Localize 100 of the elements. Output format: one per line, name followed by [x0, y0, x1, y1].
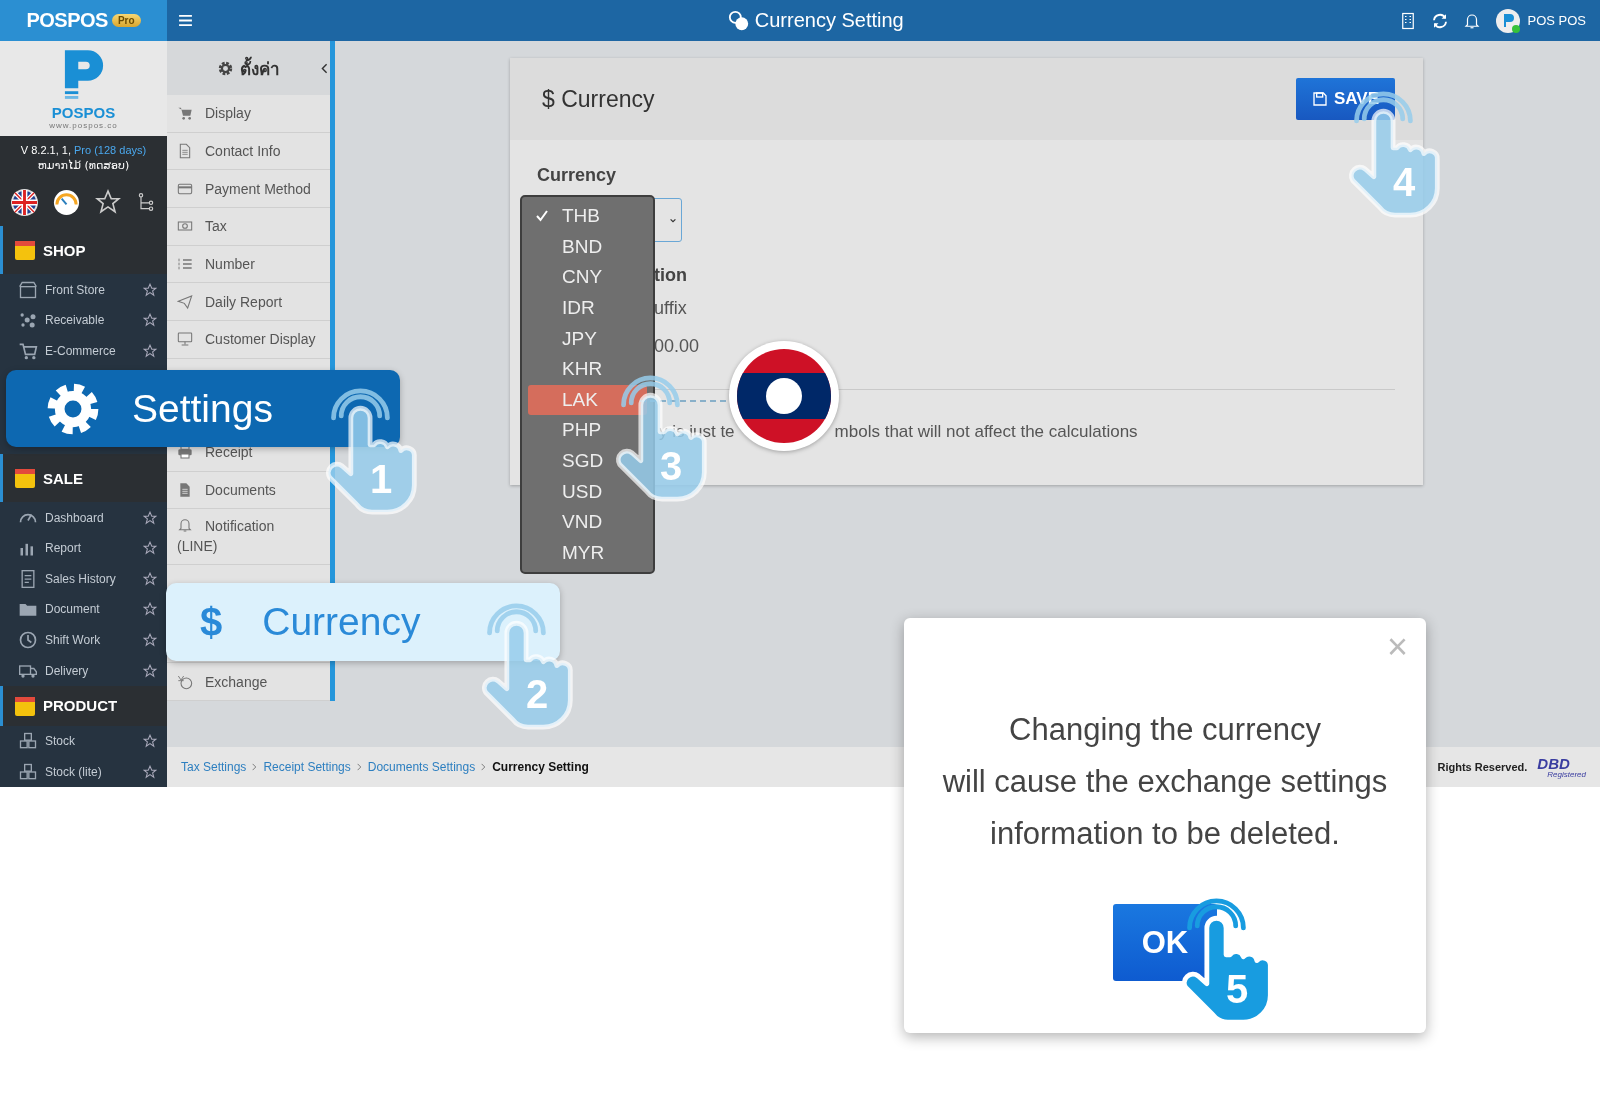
- field-label: Currency: [537, 165, 617, 186]
- field-label: tion: [654, 265, 687, 286]
- paper-plane-icon: [177, 293, 193, 310]
- dropdown-option[interactable]: JPY: [528, 323, 647, 354]
- star-icon[interactable]: [143, 571, 157, 586]
- brand-name: POSPOS: [51, 103, 116, 121]
- dropdown-option[interactable]: THB: [528, 201, 647, 232]
- star-icon[interactable]: [143, 663, 157, 678]
- callout-label: Settings: [132, 386, 273, 431]
- star-icon[interactable]: [143, 602, 157, 617]
- box-icon: [13, 466, 37, 491]
- settings-menu-item[interactable]: Exchange: [167, 663, 330, 701]
- star-icon[interactable]: [143, 282, 157, 297]
- breadcrumb-current: Currency Setting: [492, 760, 589, 774]
- flag-icon[interactable]: [11, 188, 39, 216]
- sidebar-item[interactable]: Front Store: [45, 282, 136, 297]
- star-icon[interactable]: [94, 189, 121, 216]
- settings-menu-item[interactable]: Notification (LINE): [167, 509, 330, 566]
- dropdown-option[interactable]: BND: [528, 231, 647, 263]
- store-icon: [18, 279, 38, 300]
- pro-badge: Pro: [111, 14, 141, 27]
- breadcrumb-link[interactable]: Tax Settings: [181, 760, 247, 774]
- settings-menu-item[interactable]: Customer Display: [167, 321, 330, 359]
- breadcrumb-link[interactable]: Documents Settings: [367, 760, 476, 774]
- star-icon[interactable]: [143, 734, 157, 749]
- menu-icon[interactable]: [179, 15, 192, 26]
- chevron-right-icon: [252, 763, 258, 771]
- chevron-right-icon: [481, 763, 487, 771]
- chevron-left-icon[interactable]: [321, 62, 328, 74]
- sidebar-item[interactable]: Stock: [45, 734, 136, 749]
- step-number: 4: [1393, 160, 1416, 205]
- dialog-message: will cause the exchange settings: [942, 763, 1388, 801]
- refresh-icon[interactable]: [1431, 11, 1450, 30]
- settings-menu-item[interactable]: Display: [167, 95, 330, 133]
- box-icon: [13, 238, 37, 263]
- sidebar-item[interactable]: Stock (lite): [45, 764, 136, 779]
- menu-title: ตั้งค่า: [240, 55, 280, 81]
- printer-icon: [177, 444, 193, 461]
- document-icon: [177, 143, 193, 160]
- step-number: 1: [370, 457, 393, 502]
- chevron-right-icon: [356, 763, 362, 771]
- step-number: 5: [1226, 967, 1249, 1012]
- sidebar-item[interactable]: Shift Work: [45, 632, 136, 647]
- settings-menu-item[interactable]: Number: [167, 245, 330, 284]
- dropdown-option[interactable]: IDR: [528, 292, 647, 324]
- sidebar-item[interactable]: Report: [45, 541, 136, 556]
- star-icon[interactable]: [143, 764, 157, 779]
- radio-label: uffix: [654, 298, 687, 319]
- settings-menu-item[interactable]: Contact Info: [167, 132, 330, 171]
- bell-icon[interactable]: [1463, 11, 1482, 30]
- dollar-sign: $: [200, 599, 223, 645]
- cart-icon: [177, 105, 193, 122]
- page-title: Currency Setting: [754, 9, 904, 32]
- settings-menu-item[interactable]: Daily Report: [167, 283, 330, 322]
- dropdown-option[interactable]: CNY: [528, 262, 647, 293]
- dropdown-option[interactable]: VND: [528, 506, 647, 538]
- monitor-icon: [177, 331, 193, 348]
- dbd-logo: DBD Registered: [1537, 755, 1586, 779]
- bell-icon: [177, 517, 193, 534]
- step-number: 3: [660, 444, 683, 489]
- chevron-down-icon: [669, 217, 677, 223]
- sidebar-item[interactable]: Receivable: [45, 313, 136, 328]
- section-header[interactable]: SALE: [0, 454, 167, 503]
- star-icon[interactable]: [143, 632, 157, 647]
- dropdown-option[interactable]: MYR: [528, 537, 647, 569]
- dialog-message: Changing the currency: [1009, 711, 1321, 749]
- settings-icon: [217, 59, 234, 77]
- document-icon: [177, 481, 193, 498]
- boxes-icon: [18, 761, 38, 782]
- section-header[interactable]: SHOP: [0, 226, 167, 275]
- exchange-icon: [177, 673, 193, 690]
- app-logo: POSPOS: [26, 9, 108, 32]
- dialog-message: information to be deleted.: [990, 815, 1340, 853]
- settings-menu-item[interactable]: Payment Method: [167, 170, 330, 209]
- version-text: V 8.2.1, 1, Pro (128 days): [20, 144, 147, 157]
- clock-icon: [18, 629, 38, 650]
- sidebar-item[interactable]: E-Commerce: [45, 343, 136, 358]
- coins-icon: [727, 9, 750, 32]
- sidebar-item[interactable]: Sales History: [45, 571, 136, 586]
- star-icon[interactable]: [143, 343, 157, 358]
- brand-logo-icon: [62, 47, 105, 102]
- step-number: 2: [526, 672, 549, 717]
- sidebar-item[interactable]: Dashboard: [45, 510, 136, 525]
- sidebar-item[interactable]: Document: [45, 602, 136, 617]
- gauge-icon[interactable]: [53, 188, 81, 216]
- shop-name: ຫມາກໄມ້ (ທດສອບ): [37, 159, 130, 173]
- copyright-text: Rights Reserved.: [1437, 761, 1528, 773]
- breadcrumb-link[interactable]: Receipt Settings: [263, 760, 351, 774]
- section-header[interactable]: PRODUCT: [0, 685, 167, 726]
- callout-label: Currency: [262, 600, 421, 644]
- user-name[interactable]: POS POS: [1527, 13, 1586, 28]
- star-icon[interactable]: [143, 510, 157, 525]
- star-icon[interactable]: [143, 541, 157, 556]
- dropdown-option[interactable]: KHR: [528, 353, 647, 385]
- avatar-icon[interactable]: [1495, 7, 1522, 34]
- star-icon[interactable]: [143, 313, 157, 328]
- example-value: 00.00: [654, 336, 700, 357]
- settings-menu-item[interactable]: Tax: [167, 208, 330, 246]
- sidebar-item[interactable]: Delivery: [45, 663, 136, 678]
- brand-url: www.pospos.co: [49, 120, 118, 130]
